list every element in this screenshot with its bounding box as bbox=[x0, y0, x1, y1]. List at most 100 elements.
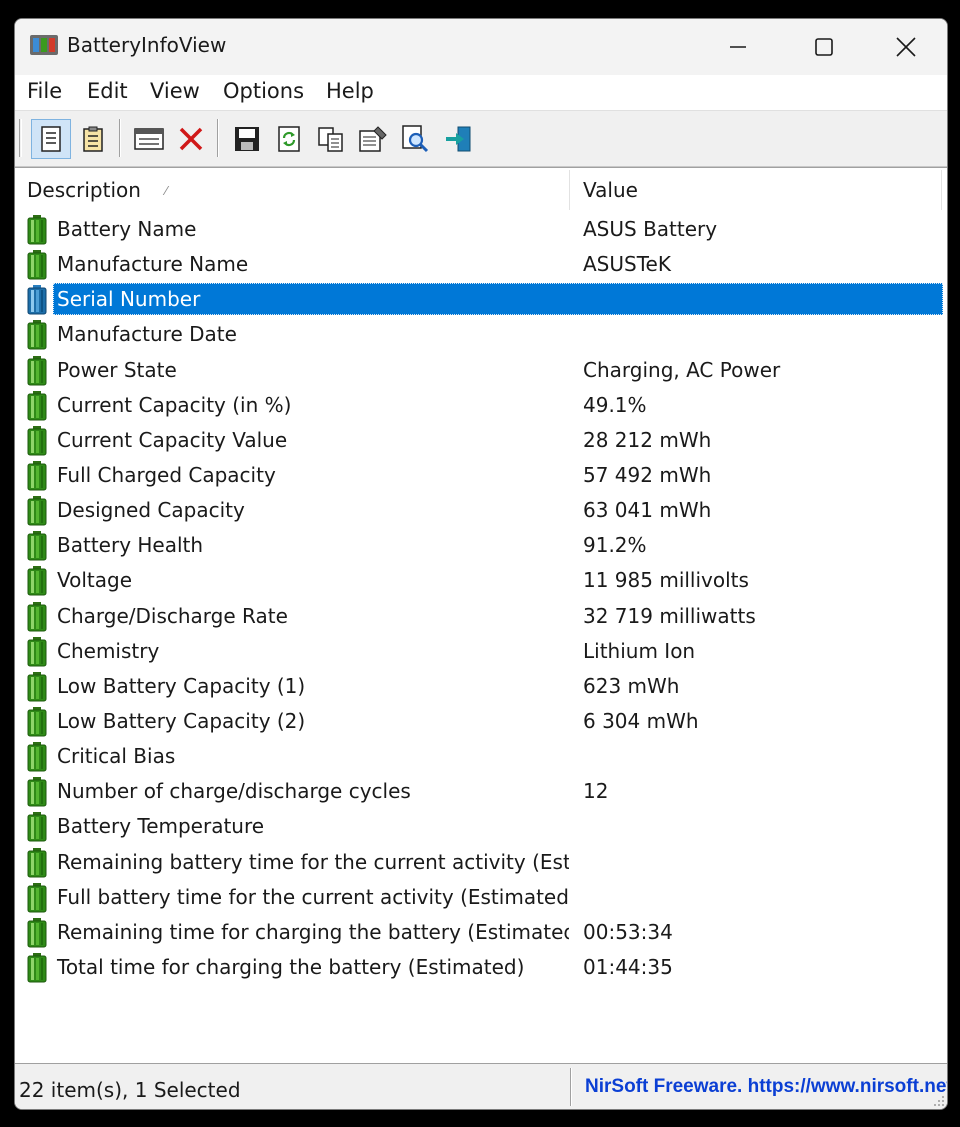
menu-bar: File Edit View Options Help bbox=[15, 75, 947, 111]
resize-grip-icon[interactable] bbox=[931, 1093, 945, 1107]
table-row[interactable]: Power State Charging, AC Power bbox=[15, 353, 947, 388]
battery-icon bbox=[27, 706, 47, 737]
battery-icon bbox=[27, 812, 47, 842]
save-button[interactable] bbox=[227, 119, 267, 159]
row-description: Total time for charging the battery (Est… bbox=[57, 954, 525, 979]
table-row[interactable]: Manufacture Name ASUSTeK bbox=[15, 247, 947, 282]
column-divider[interactable] bbox=[569, 170, 570, 210]
minimize-button[interactable] bbox=[695, 19, 781, 75]
row-value: Charging, AC Power bbox=[583, 357, 781, 382]
table-row[interactable]: Voltage 11 985 millivolts bbox=[15, 563, 947, 598]
table-row[interactable]: Number of charge/discharge cycles 12 bbox=[15, 774, 947, 809]
battery-icon bbox=[27, 742, 47, 772]
row-description: Battery Temperature bbox=[57, 814, 265, 839]
menu-options[interactable]: Options bbox=[223, 79, 304, 103]
table-row[interactable]: Serial Number bbox=[15, 282, 947, 317]
app-battery-icon bbox=[29, 33, 59, 57]
close-button[interactable] bbox=[863, 19, 947, 75]
status-divider bbox=[570, 1068, 572, 1106]
battery-icon bbox=[27, 531, 47, 561]
window-title: BatteryInfoView bbox=[67, 33, 227, 57]
menu-edit[interactable]: Edit bbox=[87, 79, 128, 103]
table-row[interactable]: Battery Health 91.2% bbox=[15, 528, 947, 563]
column-header-value[interactable]: Value bbox=[583, 178, 638, 202]
sort-arrow-icon: ⁄ bbox=[165, 184, 168, 198]
properties-report-button[interactable] bbox=[73, 119, 113, 159]
row-description: Chemistry bbox=[57, 638, 160, 663]
table-row[interactable]: Battery Name ASUS Battery bbox=[15, 212, 947, 247]
table-row[interactable]: Low Battery Capacity (2) 6 304 mWh bbox=[15, 704, 947, 739]
close-icon bbox=[896, 37, 916, 57]
menu-view[interactable]: View bbox=[150, 79, 200, 103]
battery-icon bbox=[27, 285, 47, 315]
row-description: Manufacture Name bbox=[57, 252, 249, 277]
table-row[interactable]: Remaining battery time for the current a… bbox=[15, 845, 947, 880]
row-description: Low Battery Capacity (1) bbox=[57, 673, 306, 698]
table-row[interactable]: Current Capacity (in %) 49.1% bbox=[15, 388, 947, 423]
title-bar[interactable]: BatteryInfoView bbox=[15, 19, 947, 75]
row-value: 28 212 mWh bbox=[583, 427, 712, 452]
battery-icon bbox=[27, 250, 47, 280]
find-button[interactable] bbox=[395, 119, 435, 159]
row-description: Remaining battery time for the current a… bbox=[57, 849, 569, 874]
row-value: 57 492 mWh bbox=[583, 462, 712, 487]
maximize-icon bbox=[815, 38, 833, 56]
table-row[interactable]: Current Capacity Value 28 212 mWh bbox=[15, 423, 947, 458]
row-description: Current Capacity (in %) bbox=[57, 392, 292, 417]
column-divider[interactable] bbox=[941, 170, 942, 210]
toolbar-separator bbox=[217, 119, 219, 157]
status-bar: 22 item(s), 1 Selected NirSoft Freeware.… bbox=[15, 1063, 947, 1109]
nirsoft-link[interactable]: NirSoft Freeware. https://www.nirsoft.ne… bbox=[585, 1076, 947, 1098]
table-row[interactable]: Low Battery Capacity (1) 623 mWh bbox=[15, 669, 947, 704]
table-row[interactable]: Full battery time for the current activi… bbox=[15, 880, 947, 915]
row-value: ASUS Battery bbox=[583, 217, 718, 241]
copy-button[interactable] bbox=[311, 119, 351, 159]
minimize-icon bbox=[730, 46, 746, 48]
row-value: 623 mWh bbox=[583, 673, 680, 698]
table-row[interactable]: Battery Temperature bbox=[15, 809, 947, 844]
battery-log-button[interactable] bbox=[129, 119, 169, 159]
refresh-button[interactable] bbox=[269, 119, 309, 159]
properties-button[interactable] bbox=[353, 119, 393, 159]
battery-icon bbox=[27, 215, 47, 245]
delete-button[interactable] bbox=[171, 119, 211, 159]
maximize-button[interactable] bbox=[781, 19, 867, 75]
battery-icon bbox=[27, 566, 47, 596]
table-row[interactable]: Critical Bias bbox=[15, 739, 947, 774]
row-value: Lithium Ion bbox=[583, 638, 696, 663]
copy-icon bbox=[318, 127, 343, 152]
table-row[interactable]: Remaining time for charging the battery … bbox=[15, 915, 947, 950]
row-value: 32 719 milliwatts bbox=[583, 603, 756, 628]
row-value: 91.2% bbox=[583, 533, 647, 558]
row-value: 6 304 mWh bbox=[583, 708, 699, 733]
row-description: Battery Name bbox=[57, 217, 197, 241]
toolbar bbox=[15, 111, 947, 167]
row-description: Full Charged Capacity bbox=[57, 462, 276, 487]
table-row[interactable]: Manufacture Date bbox=[15, 317, 947, 352]
toolbar-grip[interactable] bbox=[19, 119, 22, 157]
table-row[interactable]: Total time for charging the battery (Est… bbox=[15, 950, 947, 985]
row-description: Full battery time for the current activi… bbox=[57, 884, 569, 909]
row-description: Battery Health bbox=[57, 533, 204, 558]
menu-file[interactable]: File bbox=[27, 79, 62, 103]
html-report-button[interactable] bbox=[31, 119, 71, 159]
row-description: Voltage bbox=[57, 568, 133, 593]
row-value: 49.1% bbox=[583, 392, 647, 417]
battery-icon bbox=[27, 917, 47, 948]
properties-icon bbox=[359, 126, 387, 152]
html-report-icon bbox=[41, 126, 61, 152]
battery-list[interactable]: Description ⁄ Value Battery Name ASUS Ba… bbox=[15, 167, 947, 1061]
row-description: Manufacture Date bbox=[57, 322, 237, 347]
table-row[interactable]: Designed Capacity 63 041 mWh bbox=[15, 493, 947, 528]
battery-icon bbox=[27, 847, 47, 878]
row-description: Low Battery Capacity (2) bbox=[57, 708, 306, 733]
menu-help[interactable]: Help bbox=[326, 79, 374, 103]
battery-icon bbox=[27, 320, 47, 350]
battery-icon bbox=[27, 671, 47, 702]
exit-button[interactable] bbox=[439, 119, 479, 159]
battery-icon bbox=[27, 460, 47, 491]
table-row[interactable]: Chemistry Lithium Ion bbox=[15, 634, 947, 669]
table-row[interactable]: Charge/Discharge Rate 32 719 milliwatts bbox=[15, 599, 947, 634]
table-row[interactable]: Full Charged Capacity 57 492 mWh bbox=[15, 458, 947, 493]
column-header-description[interactable]: Description bbox=[27, 178, 141, 202]
